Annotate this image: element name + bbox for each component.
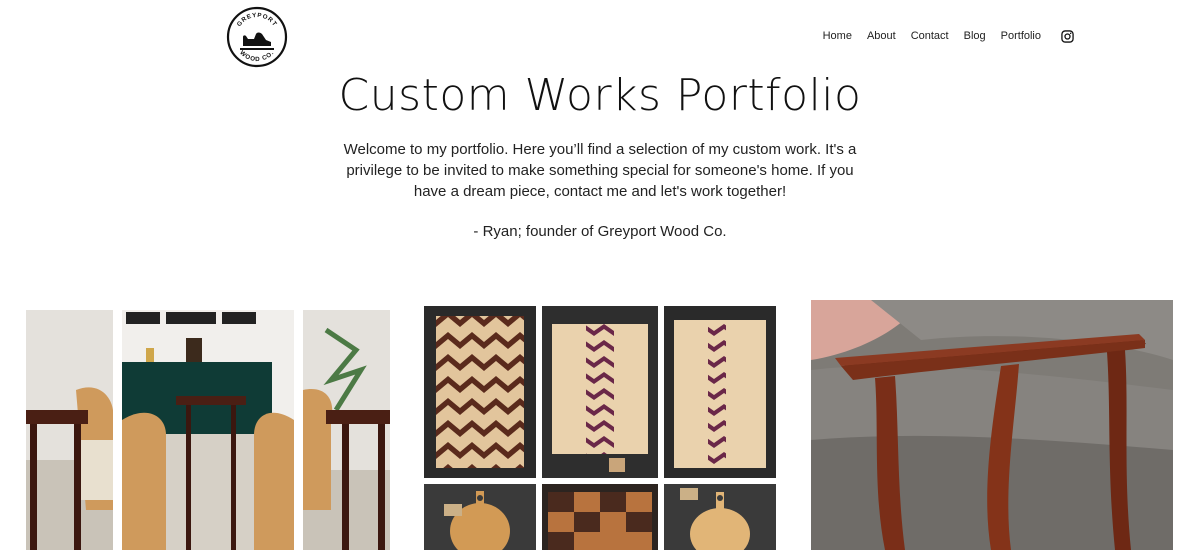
gallery-item-end-tables[interactable] — [26, 310, 390, 550]
gallery-item-sofa-table[interactable] — [811, 300, 1173, 550]
nav-about[interactable]: About — [867, 28, 896, 44]
gallery-item-cutting-boards[interactable] — [424, 306, 776, 550]
main-nav: Home About Contact Blog Portfolio — [808, 28, 1074, 44]
instagram-icon[interactable] — [1061, 29, 1074, 43]
sofa-table-image — [811, 300, 1173, 550]
nav-portfolio[interactable]: Portfolio — [1001, 28, 1041, 44]
cutting-boards-image — [424, 306, 776, 550]
nav-contact[interactable]: Contact — [911, 28, 949, 44]
nav-home[interactable]: Home — [823, 28, 852, 44]
end-tables-image — [26, 310, 390, 550]
nav-blog[interactable]: Blog — [964, 28, 986, 44]
logo-emblem: GREYPORT WOOD CO. — [226, 6, 288, 68]
page-title: Custom Works Portfolio — [338, 70, 862, 121]
founder-signature: - Ryan; founder of Greyport Wood Co. — [473, 223, 727, 240]
greyport-logo[interactable]: GREYPORT WOOD CO. — [226, 6, 288, 68]
intro-paragraph: Welcome to my portfolio. Here you’ll fin… — [343, 141, 857, 200]
